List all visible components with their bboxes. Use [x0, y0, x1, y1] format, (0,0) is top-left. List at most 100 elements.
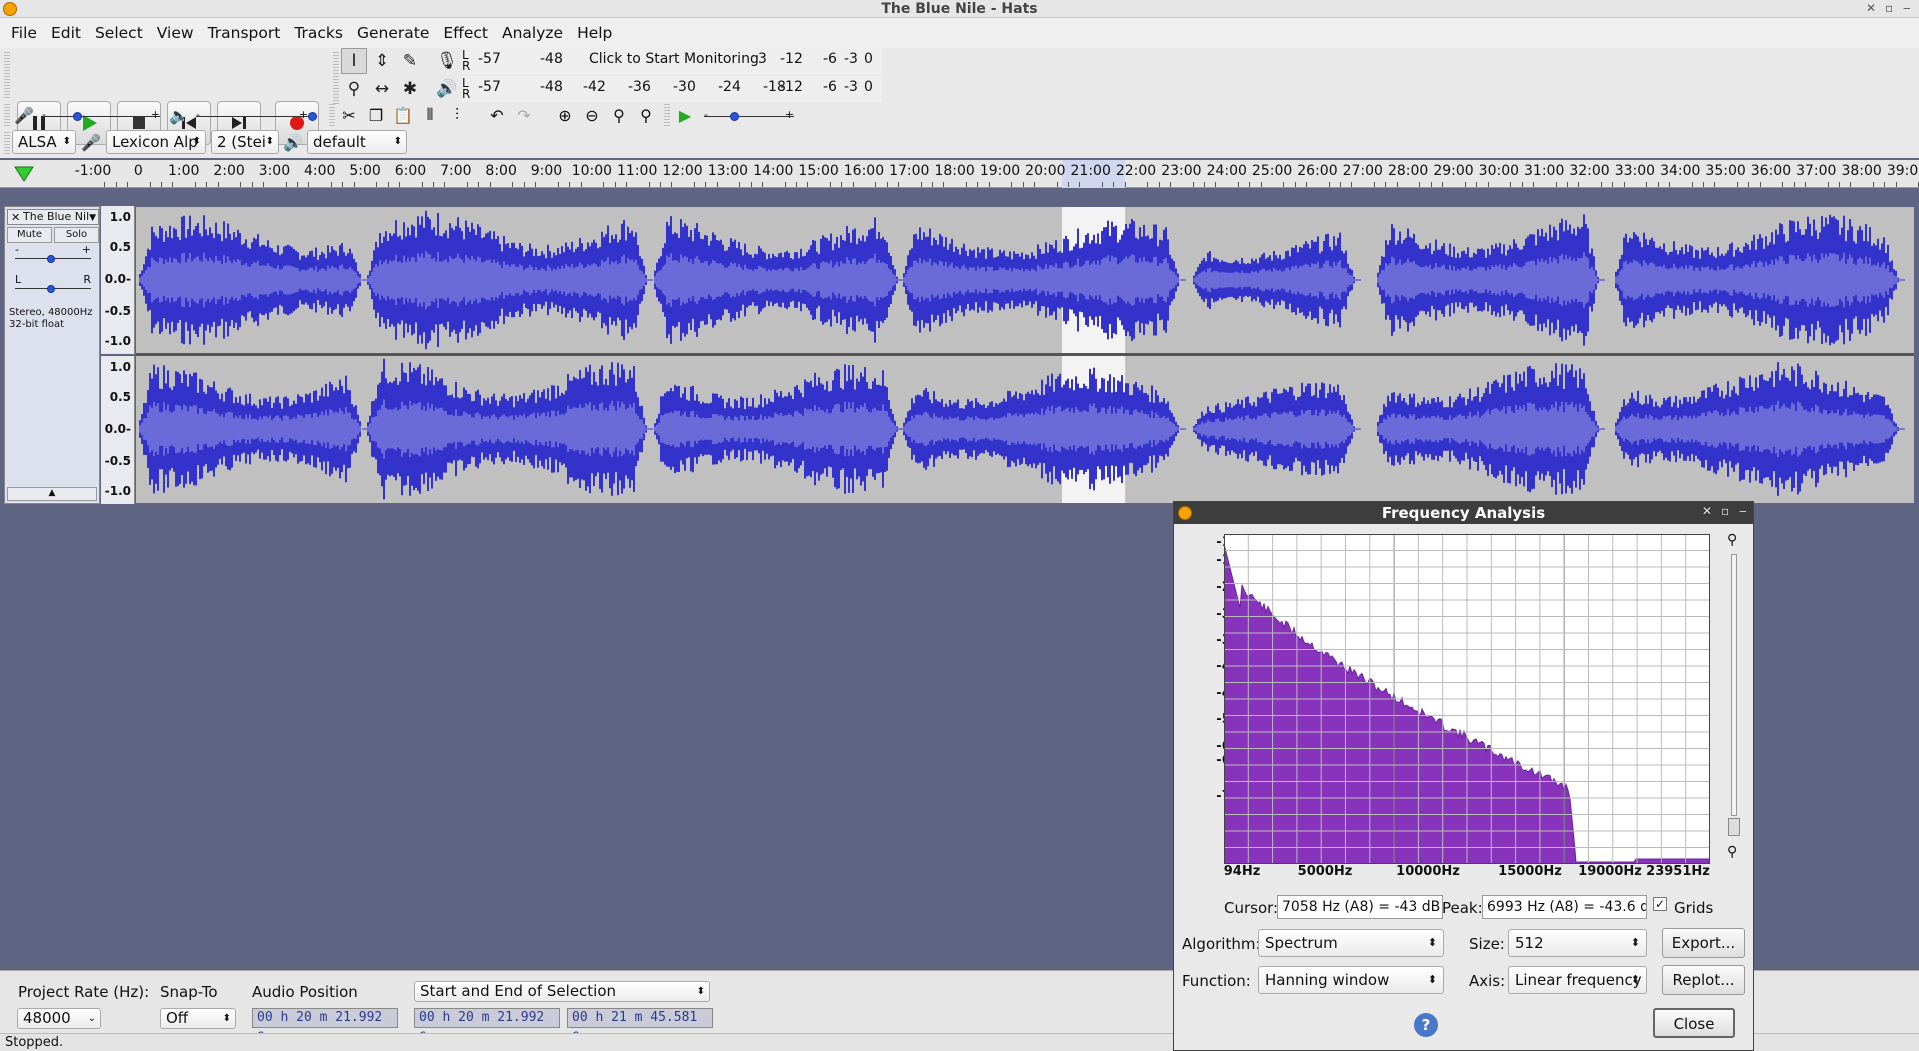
- solo-button[interactable]: Solo: [54, 227, 99, 243]
- recording-channels-select[interactable]: 2 (Stei ⬍: [211, 130, 279, 154]
- cut-button[interactable]: ✂: [336, 102, 362, 128]
- vertical-zoom-thumb[interactable]: [1728, 818, 1740, 836]
- zoom-in-icon[interactable]: ⚲: [1727, 532, 1737, 548]
- dialog-close-icon[interactable]: ✕: [1702, 504, 1712, 518]
- zoom-in-button[interactable]: ⊕: [552, 102, 578, 128]
- playback-volume-slider[interactable]: - +: [196, 107, 317, 125]
- record-meter[interactable]: LR -57 -48 Click to Start Monitoring 3 -…: [462, 48, 882, 74]
- axis-select[interactable]: Linear frequency ⬍: [1508, 966, 1647, 994]
- play-at-speed-button[interactable]: ▶: [672, 102, 698, 128]
- selection-end-field[interactable]: 00 h 21 m 45.581 s: [567, 1008, 713, 1043]
- menu-transport[interactable]: Transport: [201, 24, 288, 42]
- tools-toolbar-grip[interactable]: [333, 52, 339, 106]
- selection-start-field[interactable]: 00 h 20 m 21.992 s: [414, 1008, 560, 1043]
- spectrum-plot[interactable]: [1224, 534, 1710, 864]
- cursor-value-field: 7058 Hz (A8) = -43 dB: [1277, 895, 1443, 919]
- play-head-marker-icon[interactable]: [14, 166, 34, 182]
- minimize-window-icon[interactable]: ‒: [1903, 1, 1911, 15]
- snap-to-select[interactable]: Off ⬍: [160, 1008, 236, 1029]
- gain-slider[interactable]: - +: [15, 243, 91, 267]
- menu-file[interactable]: File: [4, 24, 44, 42]
- copy-button[interactable]: ❐: [363, 102, 389, 128]
- algorithm-select[interactable]: Spectrum ⬍: [1258, 929, 1444, 957]
- selection-tool[interactable]: I: [341, 48, 367, 74]
- timeline-ruler[interactable]: -1:00 0 1:00 2:00 3:00 4:00 5:00 6:00 7:00 8:00 9:…: [0, 160, 1919, 188]
- collapse-track-button[interactable]: ▲: [7, 487, 97, 501]
- dialog-minimize-icon[interactable]: ‒: [1739, 504, 1747, 518]
- timeshift-tool[interactable]: ↔: [369, 76, 395, 102]
- play-meter-button[interactable]: 🔊: [434, 76, 460, 102]
- mute-button[interactable]: Mute: [7, 227, 52, 243]
- grids-checkbox[interactable]: ✓: [1653, 897, 1667, 911]
- timeline-minor-tick: [716, 182, 718, 187]
- paste-button[interactable]: 📋: [390, 102, 416, 128]
- edit-toolbar-grip[interactable]: [329, 104, 335, 128]
- slider-thumb[interactable]: [730, 112, 739, 121]
- frequency-tick-label: 23951Hz: [1646, 864, 1710, 879]
- vertical-ruler-left[interactable]: 1.0 0.5 0.0- -0.5 -1.0: [101, 206, 135, 354]
- track-control-panel[interactable]: ✕ The Blue Nil ▼ Mute Solo - + L R Stere…: [4, 206, 100, 504]
- trim-button[interactable]: ⫴: [417, 102, 443, 128]
- waveform-display[interactable]: [136, 207, 1914, 503]
- speaker-icon: 🔊: [436, 79, 458, 99]
- timeline-minor-tick: [1022, 182, 1024, 187]
- size-select[interactable]: 512 ⬍: [1508, 929, 1647, 957]
- mixer-toolbar-grip[interactable]: [4, 104, 10, 128]
- recording-device-select[interactable]: Lexicon Alp ⬍: [106, 130, 206, 154]
- draw-tool[interactable]: ✎: [397, 48, 423, 74]
- menu-edit[interactable]: Edit: [44, 24, 88, 42]
- close-button[interactable]: Close: [1653, 1008, 1735, 1038]
- project-rate-select[interactable]: 48000 ⌄: [17, 1008, 101, 1029]
- menu-effect[interactable]: Effect: [436, 24, 495, 42]
- selection-mode-select[interactable]: Start and End of Selection ⬍: [414, 981, 710, 1002]
- multi-tool[interactable]: ✱: [397, 76, 423, 102]
- help-button[interactable]: ?: [1414, 1013, 1438, 1037]
- recording-volume-slider[interactable]: - +: [42, 107, 160, 125]
- replot-button[interactable]: Replot...: [1662, 965, 1745, 995]
- slider-thumb[interactable]: [73, 112, 82, 121]
- undo-button[interactable]: ↶: [484, 102, 510, 128]
- vertical-ruler-right[interactable]: 1.0 0.5 0.0- -0.5 -1.0: [101, 356, 135, 504]
- slider-thumb[interactable]: [308, 112, 317, 121]
- redo-button[interactable]: ↷: [511, 102, 537, 128]
- slider-thumb[interactable]: [47, 285, 55, 293]
- timeline-minor-tick: [478, 182, 480, 187]
- menu-help[interactable]: Help: [570, 24, 619, 42]
- playback-device-select[interactable]: default ⬍: [307, 130, 407, 154]
- menu-generate[interactable]: Generate: [350, 24, 436, 42]
- silence-button[interactable]: ⫶: [444, 102, 470, 128]
- function-select[interactable]: Hanning window ⬍: [1258, 966, 1444, 994]
- meter-tick: -6: [823, 51, 837, 67]
- dialog-maximize-icon[interactable]: ▫: [1721, 504, 1729, 518]
- envelope-tool[interactable]: ⇕: [369, 48, 395, 74]
- zoom-out-button[interactable]: ⊖: [579, 102, 605, 128]
- timeline-tick-label: 34:00: [1660, 163, 1701, 179]
- vertical-zoom-slider[interactable]: [1731, 554, 1737, 816]
- audio-position-field[interactable]: 00 h 20 m 21.992 s: [252, 1008, 398, 1043]
- fit-project-button[interactable]: ⚲: [633, 102, 659, 128]
- zoom-out-icon[interactable]: ⚲: [1727, 844, 1737, 860]
- device-toolbar-grip[interactable]: [4, 132, 10, 154]
- menu-view[interactable]: View: [150, 24, 201, 42]
- playback-meter[interactable]: LR -57 -48 -42 -36 -30 -24 -18 -12 -6 -3…: [462, 76, 882, 102]
- close-track-icon[interactable]: ✕: [11, 211, 20, 224]
- close-window-icon[interactable]: ✕: [1866, 1, 1876, 15]
- timeline-tick-label: 2:00: [213, 163, 245, 179]
- fit-selection-button[interactable]: ⚲: [606, 102, 632, 128]
- play-speed-slider[interactable]: - +: [704, 107, 794, 125]
- menu-tracks[interactable]: Tracks: [287, 24, 350, 42]
- menu-select[interactable]: Select: [88, 24, 150, 42]
- record-meter-button[interactable]: 🎙: [434, 48, 460, 74]
- menu-analyze[interactable]: Analyze: [495, 24, 570, 42]
- transport-toolbar-grip[interactable]: [4, 52, 10, 100]
- export-button[interactable]: Export...: [1662, 928, 1745, 958]
- pan-slider[interactable]: L R: [15, 273, 91, 297]
- play-at-speed-grip[interactable]: [664, 104, 670, 128]
- timeline-minor-tick: [399, 182, 401, 187]
- click-to-start-monitoring[interactable]: Click to Start Monitoring: [589, 51, 759, 67]
- zoom-tool[interactable]: ⚲: [341, 76, 367, 102]
- audio-host-select[interactable]: ALSA ⬍: [12, 130, 76, 154]
- maximize-window-icon[interactable]: ▫: [1885, 1, 1893, 15]
- track-name-button[interactable]: ✕ The Blue Nil ▼: [7, 209, 99, 225]
- slider-thumb[interactable]: [47, 255, 55, 263]
